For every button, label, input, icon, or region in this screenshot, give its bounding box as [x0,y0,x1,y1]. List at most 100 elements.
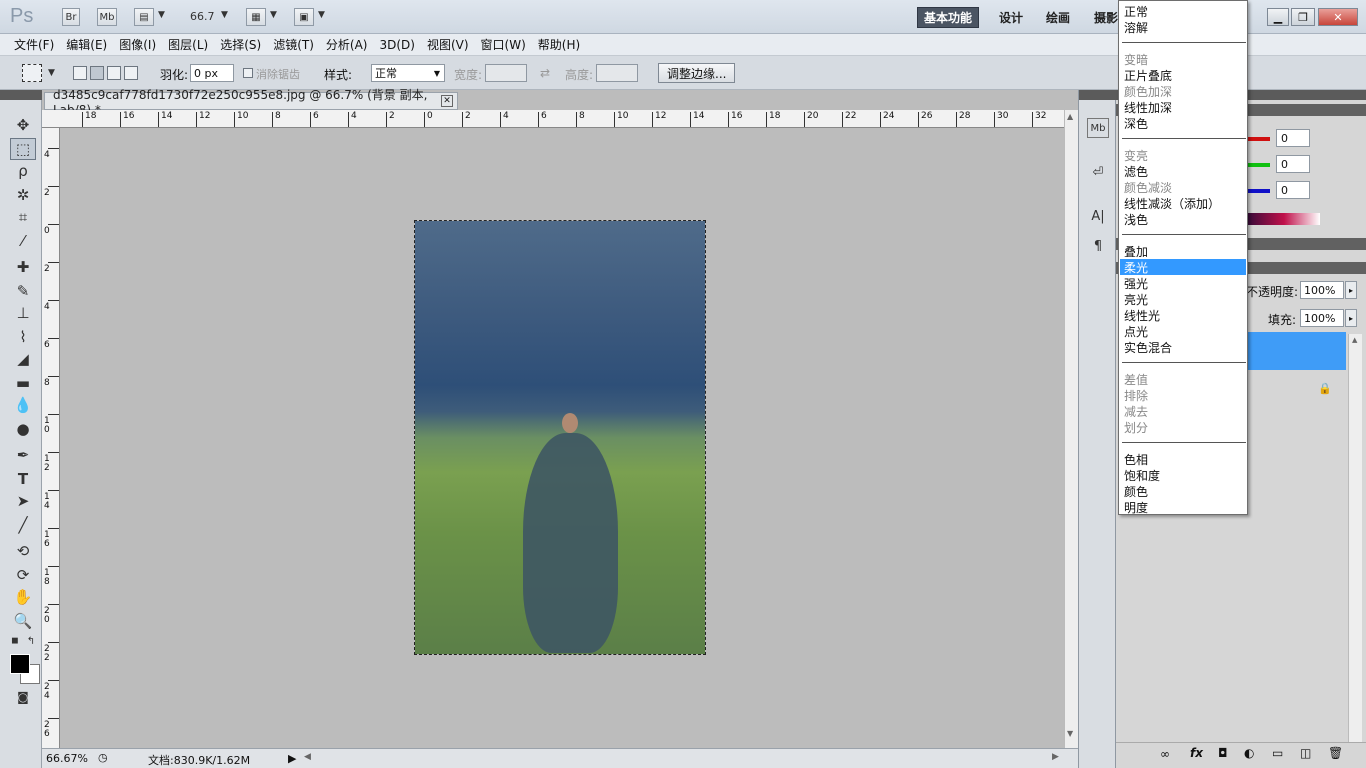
delete-layer-icon[interactable]: 🗑 [1328,746,1343,760]
hand-tool-icon[interactable]: ✋ [10,586,36,608]
character-panel-icon[interactable]: A| [1087,206,1109,226]
blend-mode-option[interactable]: 正常 [1120,3,1246,19]
default-colors-icon[interactable]: ◼ [8,634,22,648]
foreground-color-swatch[interactable] [10,654,30,674]
swap-icon[interactable]: ⇄ [540,66,550,80]
blend-mode-option[interactable]: 变暗 [1120,51,1246,67]
blend-mode-option[interactable]: 叠加 [1120,243,1246,259]
type-tool-icon[interactable]: T [10,468,36,490]
clone-stamp-icon[interactable]: ⊥ [10,302,36,324]
status-menu-arrow-icon[interactable]: ▶ [288,752,296,765]
workspace-essentials[interactable]: 基本功能 [917,7,980,28]
antialias-checkbox[interactable] [243,68,253,78]
scroll-left-icon[interactable]: ◀ [304,752,311,762]
marquee-tool-icon[interactable]: ⬚ [10,138,36,160]
eyedropper-icon[interactable]: ⁄ [10,230,36,252]
blend-mode-option[interactable]: 划分 [1120,419,1246,435]
marquee-preset-icon[interactable] [22,64,42,82]
workspace-design[interactable]: 设计 [993,7,1029,28]
mini-bridge-panel-icon[interactable]: Mb [1087,118,1109,138]
blend-mode-option[interactable]: 明度 [1120,499,1246,515]
red-value[interactable]: 0 [1276,129,1310,147]
blend-mode-option[interactable]: 颜色减淡 [1120,179,1246,195]
menu-select[interactable]: 选择(S) [214,36,267,53]
history-panel-icon[interactable]: ⏎ [1087,162,1109,182]
swap-colors-icon[interactable]: ↰ [24,634,38,648]
zoom-tool-icon[interactable]: 🔍 [10,610,36,632]
refine-edge-button[interactable]: 调整边缘... [658,63,736,83]
blend-mode-option[interactable]: 排除 [1120,387,1246,403]
blend-mode-option[interactable]: 线性加深 [1120,99,1246,115]
chevron-down-icon[interactable]: ▼ [318,10,325,20]
new-group-icon[interactable]: ▭ [1272,746,1283,760]
scroll-down-icon[interactable]: ▼ [1067,729,1073,738]
blend-mode-option[interactable]: 滤色 [1120,163,1246,179]
blend-mode-option[interactable]: 正片叠底 [1120,67,1246,83]
minimize-icon[interactable]: ▁ [1267,8,1289,26]
intersect-selection-icon[interactable] [124,66,138,80]
blend-mode-option[interactable]: 强光 [1120,275,1246,291]
blend-mode-option[interactable]: 线性光 [1120,307,1246,323]
menu-filter[interactable]: 滤镜(T) [267,36,320,53]
red-slider[interactable] [1248,137,1270,141]
zoom-level[interactable]: 66.7 [190,10,215,23]
color-ramp[interactable] [1248,213,1320,225]
arrange-documents-icon[interactable]: ▦ [246,8,266,26]
green-slider[interactable] [1248,163,1270,167]
blend-mode-option[interactable]: 颜色加深 [1120,83,1246,99]
width-input[interactable] [485,64,527,82]
paragraph-panel-icon[interactable]: ¶ [1087,236,1109,256]
fill-input[interactable]: 100% [1300,309,1344,327]
add-selection-icon[interactable] [90,66,104,80]
blend-mode-option[interactable]: 浅色 [1120,211,1246,227]
close-icon[interactable]: ✕ [1318,8,1358,26]
menu-help[interactable]: 帮助(H) [532,36,586,53]
blue-value[interactable]: 0 [1276,181,1310,199]
style-select[interactable]: 正常 ▼ [371,64,445,82]
blur-tool-icon[interactable]: 💧 [10,394,36,416]
chevron-down-icon[interactable]: ▼ [158,10,165,20]
blend-mode-option[interactable]: 饱和度 [1120,467,1246,483]
opacity-input[interactable]: 100% [1300,281,1344,299]
scroll-right-icon[interactable]: ▶ [1052,752,1059,762]
adjustment-layer-icon[interactable]: ◐ [1244,746,1254,760]
scroll-up-icon[interactable]: ▲ [1352,336,1357,344]
menu-edit[interactable]: 编辑(E) [60,36,113,53]
close-icon[interactable]: ✕ [441,95,453,107]
menu-layer[interactable]: 图层(L) [162,36,214,53]
new-selection-icon[interactable] [73,66,87,80]
eraser-icon[interactable]: ◢ [10,348,36,370]
pen-tool-icon[interactable]: ✒ [10,444,36,466]
zoom-status[interactable]: 66.67% [46,752,88,765]
document-image[interactable] [414,220,706,655]
subtract-selection-icon[interactable] [107,66,121,80]
blend-mode-option[interactable]: 亮光 [1120,291,1246,307]
blend-mode-option[interactable]: 差值 [1120,371,1246,387]
green-value[interactable]: 0 [1276,155,1310,173]
workspace-painting[interactable]: 绘画 [1040,7,1076,28]
dodge-tool-icon[interactable]: ● [10,418,36,440]
blend-mode-option[interactable]: 实色混合 [1120,339,1246,355]
blend-mode-option[interactable]: 深色 [1120,115,1246,131]
menu-analysis[interactable]: 分析(A) [320,36,374,53]
menu-3d[interactable]: 3D(D) [373,38,420,52]
blend-mode-option[interactable]: 减去 [1120,403,1246,419]
menu-image[interactable]: 图像(I) [113,36,162,53]
restore-icon[interactable]: ❐ [1291,8,1315,26]
opacity-arrow-icon[interactable]: ▸ [1345,281,1357,299]
chevron-down-icon[interactable]: ▼ [48,68,55,78]
height-input[interactable] [596,64,638,82]
menu-window[interactable]: 窗口(W) [475,36,532,53]
menu-view[interactable]: 视图(V) [421,36,475,53]
magic-wand-icon[interactable]: ✲ [10,184,36,206]
blue-slider[interactable] [1248,189,1270,193]
scroll-up-icon[interactable]: ▲ [1067,112,1073,121]
fill-arrow-icon[interactable]: ▸ [1345,309,1357,327]
layers-scrollbar[interactable]: ▲ [1348,334,1362,742]
lasso-tool-icon[interactable]: ρ [10,160,36,182]
line-tool-icon[interactable]: ╱ [10,514,36,536]
layer-mask-icon[interactable]: ◘ [1218,746,1228,760]
chevron-down-icon[interactable]: ▼ [221,10,228,20]
blend-mode-option[interactable]: 变亮 [1120,147,1246,163]
vertical-scrollbar[interactable]: ▲ ▼ [1064,110,1078,748]
